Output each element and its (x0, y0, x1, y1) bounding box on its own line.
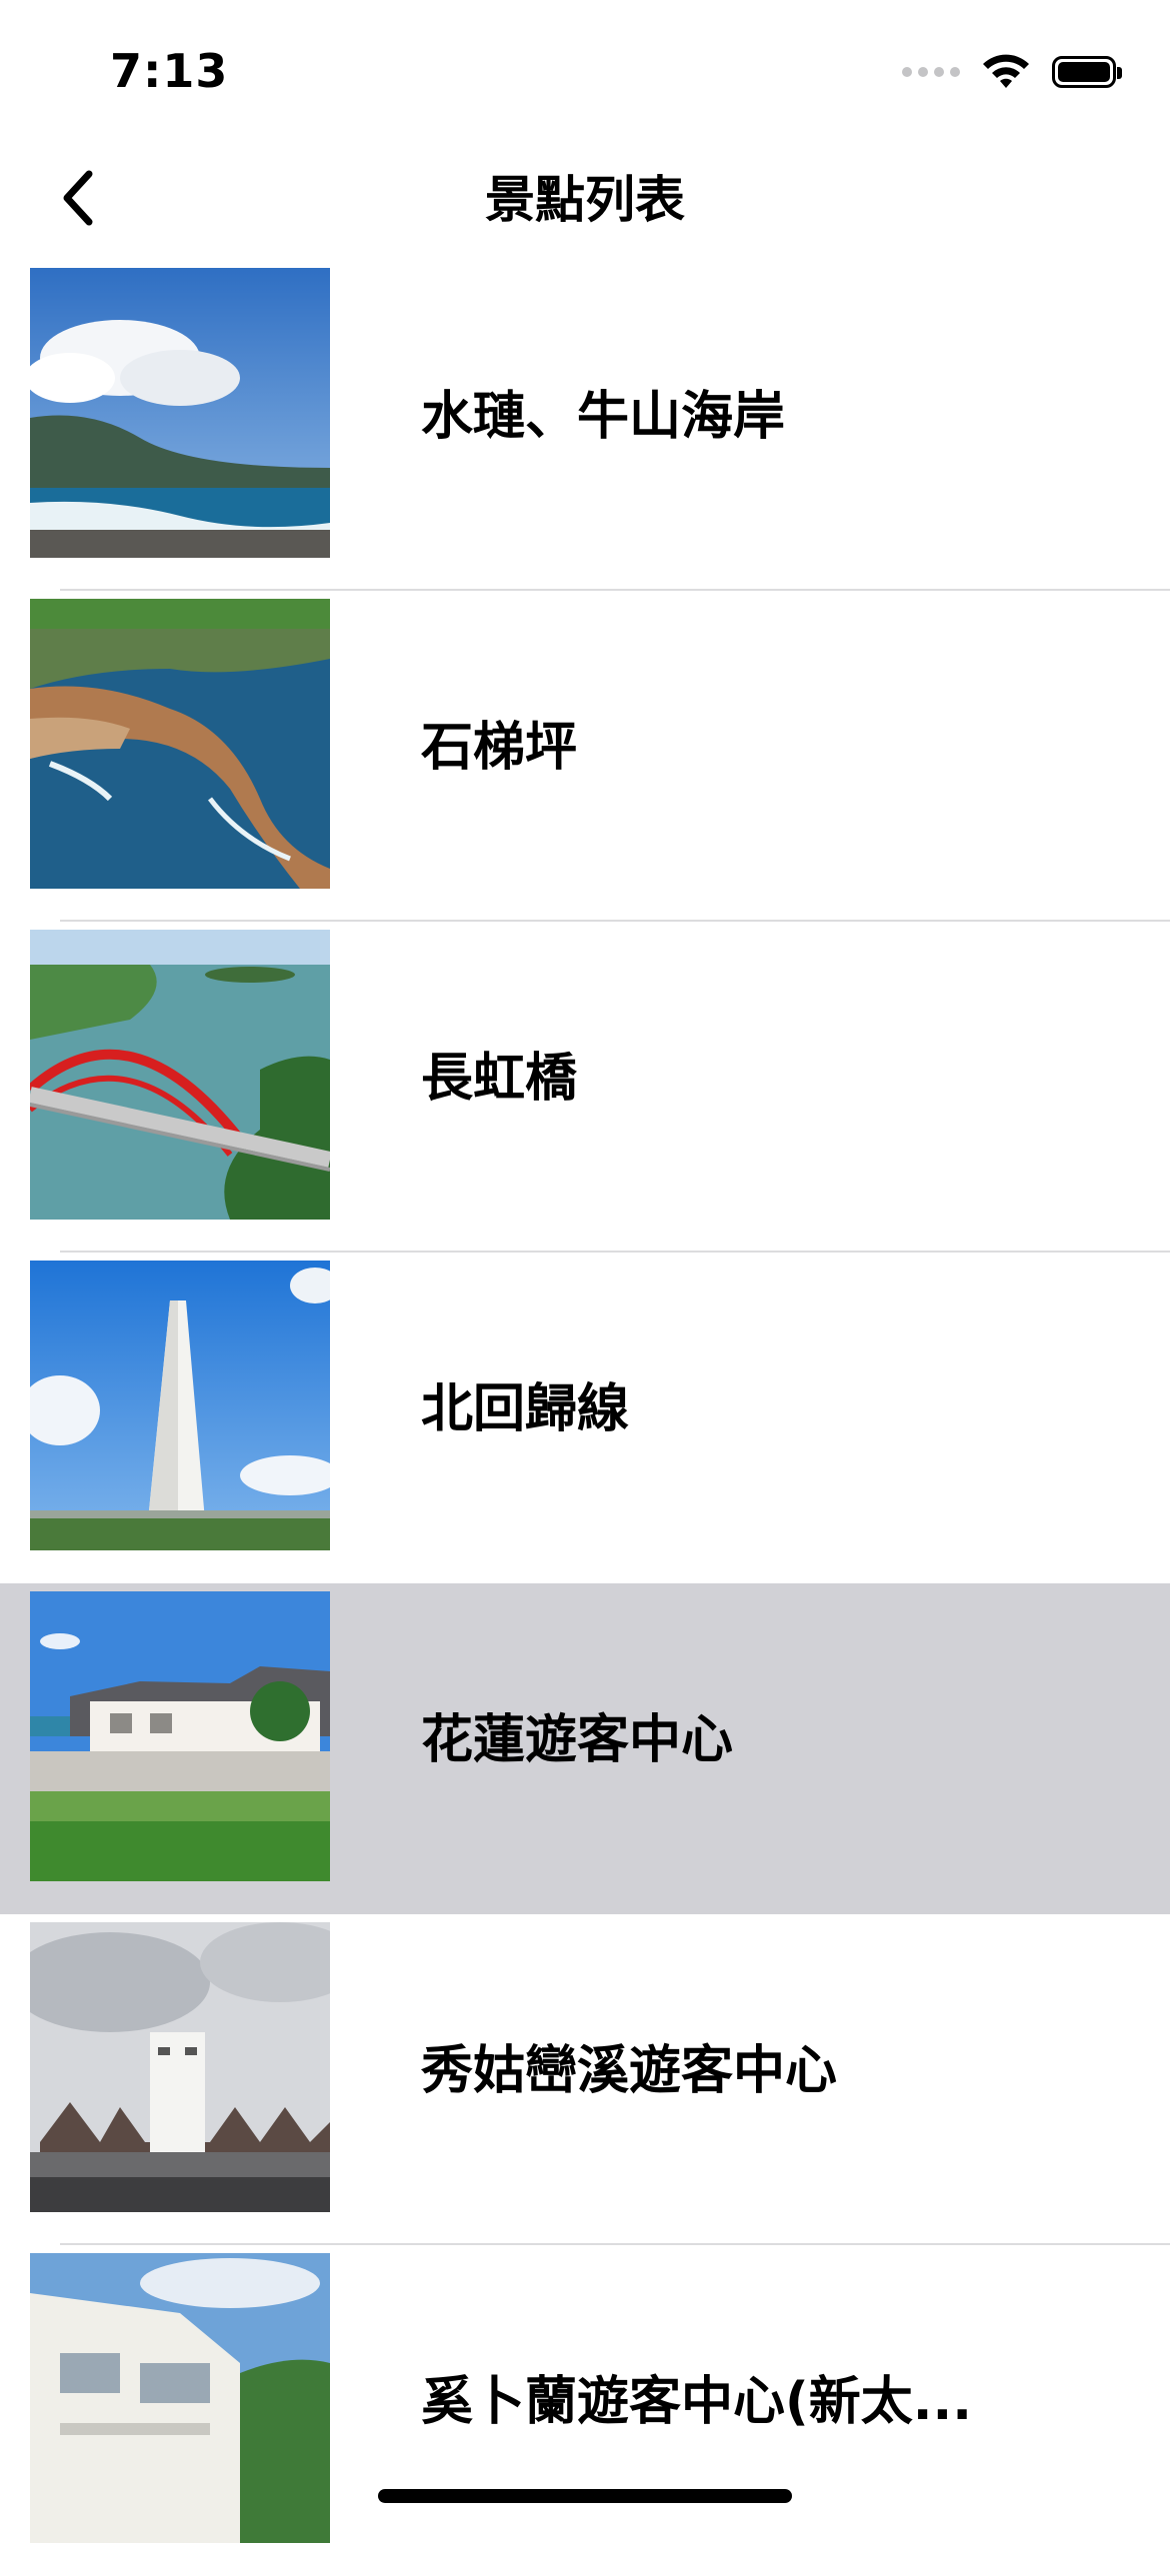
rocky-shore-aerial-photo (30, 599, 330, 889)
attraction-list: 水璉、牛山海岸 石梯坪 長虹橋 北回歸線 花蓮遊客中心 秀姑巒溪遊客中心 奚卜蘭… (0, 260, 1170, 2576)
list-item[interactable]: 水璉、牛山海岸 (0, 260, 1170, 591)
page-title: 景點列表 (485, 171, 685, 229)
list-item[interactable]: 北回歸線 (0, 1253, 1170, 1583)
list-item-label: 北回歸線 (421, 1379, 630, 1439)
list-item-label: 秀姑巒溪遊客中心 (421, 2041, 838, 2101)
list-item-label: 水璉、牛山海岸 (421, 387, 786, 447)
cellular-signal-icon (902, 67, 960, 77)
list-item-label: 長虹橋 (421, 1049, 578, 1109)
list-item[interactable]: 秀姑巒溪遊客中心 (0, 1914, 1170, 2245)
status-bar: 7:13 (0, 0, 1170, 140)
white-building-photo (30, 2253, 330, 2543)
list-item[interactable]: 長虹橋 (0, 922, 1170, 1253)
battery-icon (1052, 56, 1122, 88)
home-indicator[interactable] (378, 2489, 792, 2503)
wifi-icon (983, 54, 1029, 88)
white-tower-monument-photo (30, 1261, 330, 1550)
chevron-left-icon (63, 170, 93, 226)
list-item-label: 花蓮遊客中心 (421, 1710, 734, 1770)
list-item[interactable]: 花蓮遊客中心 (0, 1583, 1170, 1914)
list-item-label: 奚卜蘭遊客中心(新太... (421, 2372, 973, 2432)
list-item[interactable]: 奚卜蘭遊客中心(新太... (0, 2245, 1170, 2576)
status-icons (902, 52, 1122, 92)
totem-visitor-center-photo (30, 1922, 330, 2212)
status-time: 7:13 (110, 44, 229, 98)
coast-landscape-photo (30, 268, 330, 558)
red-arch-bridge-photo (30, 930, 330, 1220)
back-button[interactable] (42, 148, 112, 248)
list-item[interactable]: 石梯坪 (0, 591, 1170, 922)
visitor-center-building-photo (30, 1591, 330, 1881)
list-item-label: 石梯坪 (421, 718, 578, 778)
navigation-bar: 景點列表 (0, 140, 1170, 260)
